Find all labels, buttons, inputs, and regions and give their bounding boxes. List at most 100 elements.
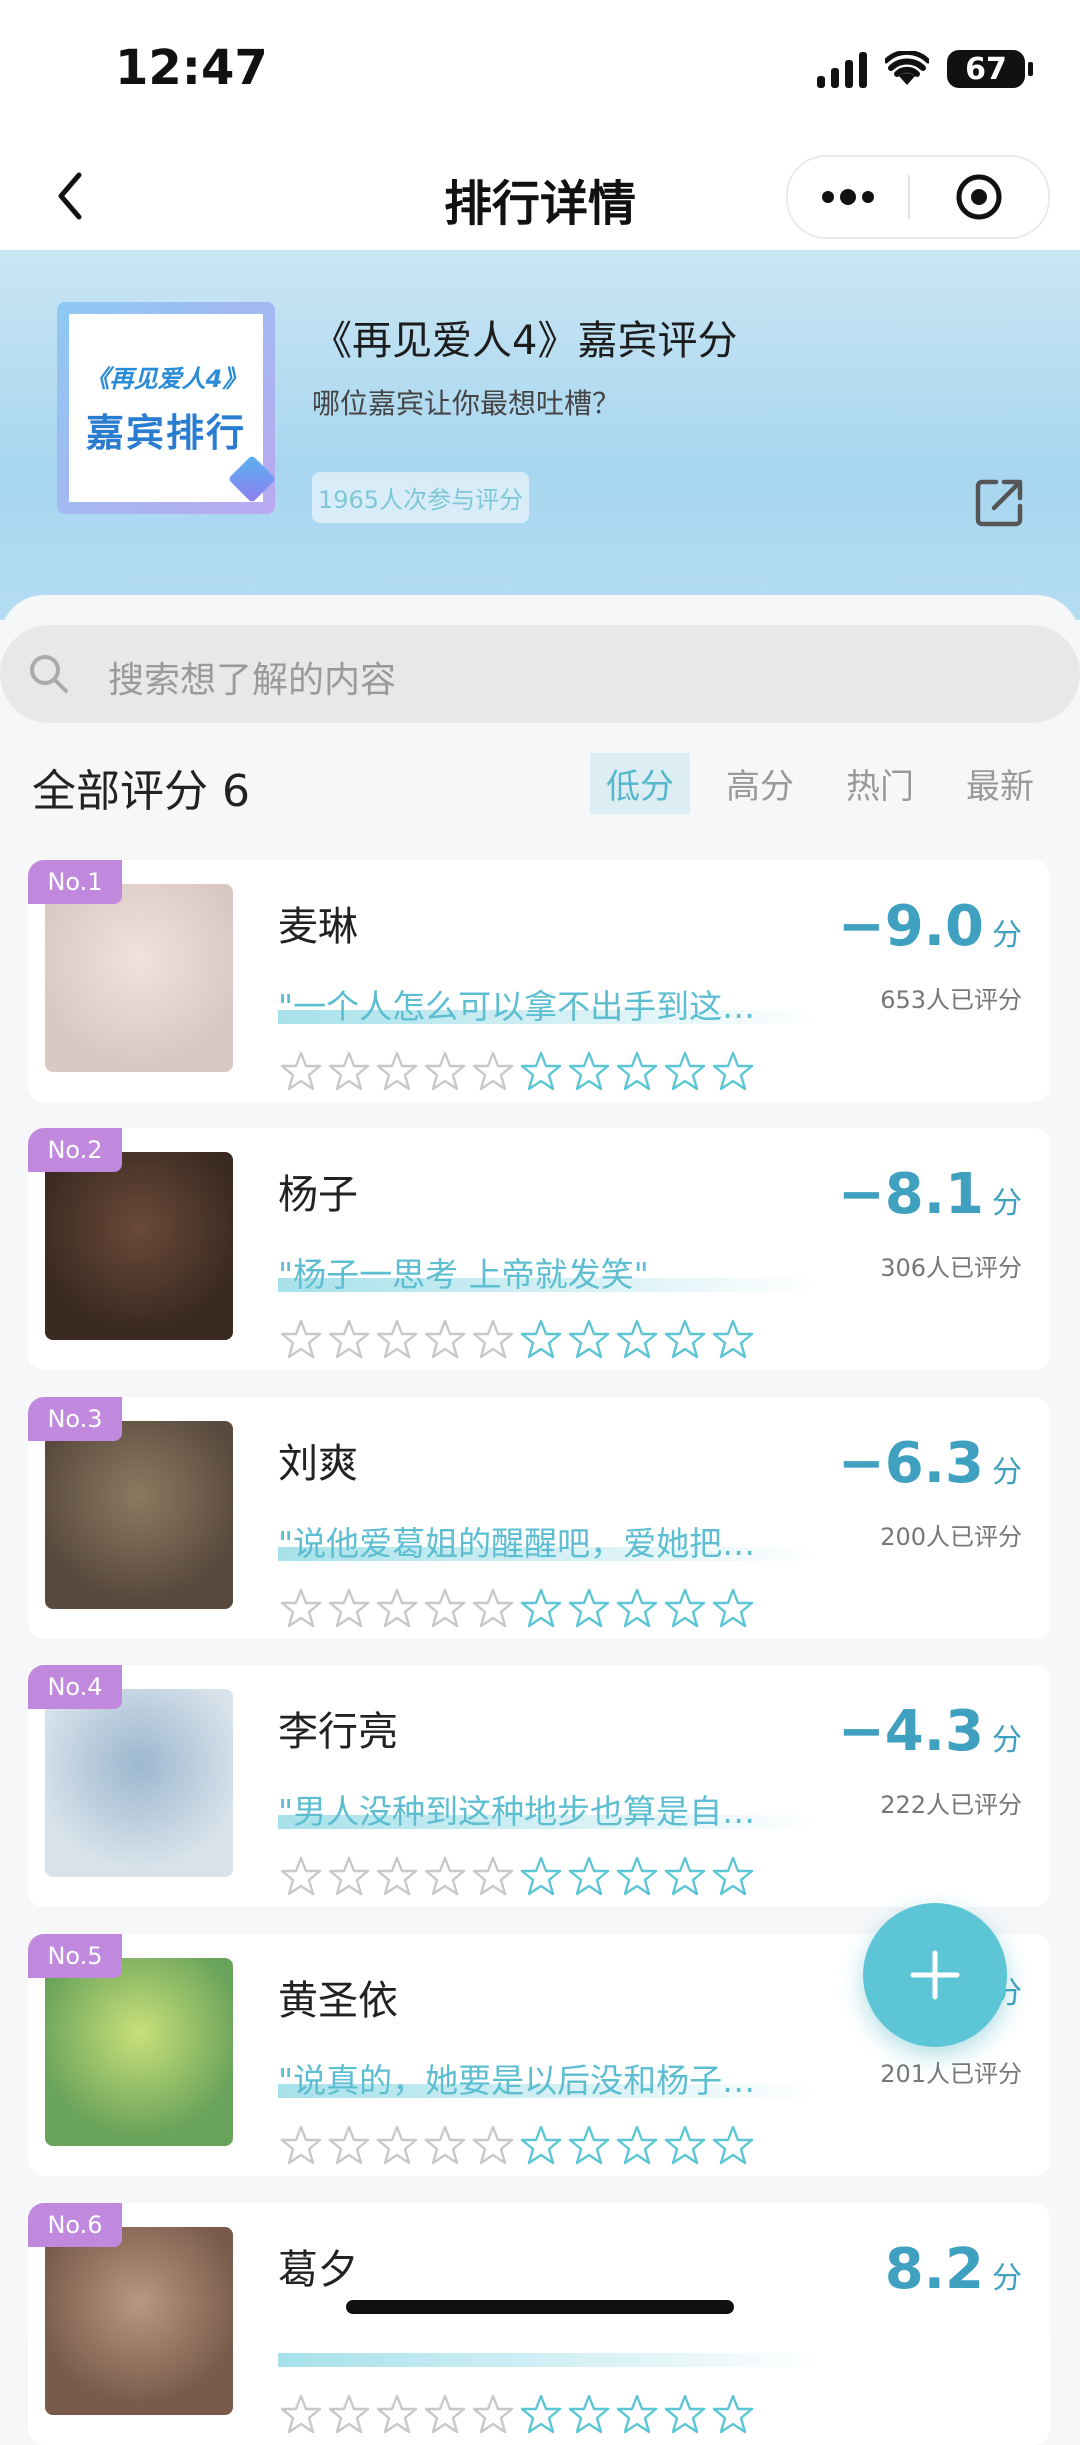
star-icon[interactable]	[280, 1855, 322, 1897]
star-icon[interactable]	[376, 1587, 418, 1629]
score-unit: 分	[992, 918, 1022, 953]
add-rating-button[interactable]	[863, 1903, 1007, 2047]
close-miniapp-button[interactable]	[910, 172, 1048, 222]
participants-badge: 1965人次参与评分	[312, 472, 530, 523]
rank-badge: No.1	[28, 860, 122, 904]
rating-stars[interactable]	[280, 1050, 754, 1092]
ranking-card[interactable]: No.2 杨子 "杨子一思考 上帝就发笑" −8.1 分 306人已评分	[28, 1128, 1050, 1370]
star-icon[interactable]	[376, 1318, 418, 1360]
tab-low-score[interactable]: 低分	[590, 753, 690, 814]
star-icon[interactable]	[568, 2393, 610, 2435]
star-icon[interactable]	[568, 1587, 610, 1629]
star-icon[interactable]	[568, 1855, 610, 1897]
search-placeholder: 搜索想了解的内容	[108, 660, 397, 701]
all-ratings-label: 全部评分 6	[32, 766, 250, 817]
star-icon[interactable]	[424, 1318, 466, 1360]
star-icon[interactable]	[664, 1318, 706, 1360]
star-icon[interactable]	[472, 2393, 514, 2435]
guest-photo	[45, 1958, 233, 2146]
star-icon[interactable]	[664, 1050, 706, 1092]
star-icon[interactable]	[520, 1318, 562, 1360]
star-icon[interactable]	[376, 2393, 418, 2435]
star-icon[interactable]	[616, 1318, 658, 1360]
star-icon[interactable]	[520, 1050, 562, 1092]
rating-stars[interactable]	[280, 2393, 754, 2435]
star-icon[interactable]	[376, 2124, 418, 2166]
star-icon[interactable]	[328, 1050, 370, 1092]
top-comment[interactable]: "说他爱葛姐的醒醒吧，爱她把…	[278, 1517, 818, 1569]
search-bar[interactable]: 搜索想了解的内容	[0, 625, 1080, 723]
tab-hot[interactable]: 热门	[830, 753, 930, 814]
star-icon[interactable]	[664, 1855, 706, 1897]
ranking-card[interactable]: No.4 李行亮 "男人没种到这种地步也算是自… −4.3 分 222人已评分	[28, 1665, 1050, 1907]
star-icon[interactable]	[520, 1855, 562, 1897]
star-icon[interactable]	[280, 2124, 322, 2166]
star-icon[interactable]	[472, 1318, 514, 1360]
star-icon[interactable]	[424, 1050, 466, 1092]
tab-latest[interactable]: 最新	[950, 753, 1050, 814]
star-icon[interactable]	[328, 2124, 370, 2166]
star-icon[interactable]	[712, 2124, 754, 2166]
guest-score: −4.3 分	[838, 1699, 1022, 1764]
rating-stars[interactable]	[280, 1318, 754, 1360]
star-icon[interactable]	[664, 2393, 706, 2435]
star-icon[interactable]	[472, 1587, 514, 1629]
star-icon[interactable]	[424, 2124, 466, 2166]
star-icon[interactable]	[328, 2393, 370, 2435]
star-icon[interactable]	[280, 1587, 322, 1629]
share-icon	[975, 479, 1023, 527]
top-comment[interactable]: "一个人怎么可以拿不出手到这…	[278, 980, 818, 1032]
top-comment[interactable]: "男人没种到这种地步也算是自…	[278, 1785, 818, 1837]
star-icon[interactable]	[328, 1587, 370, 1629]
star-icon[interactable]	[712, 1587, 754, 1629]
tab-high-score[interactable]: 高分	[710, 753, 810, 814]
star-icon[interactable]	[520, 1587, 562, 1629]
star-icon[interactable]	[280, 1318, 322, 1360]
more-button[interactable]	[788, 189, 908, 205]
star-icon[interactable]	[616, 2124, 658, 2166]
star-icon[interactable]	[664, 2124, 706, 2166]
star-icon[interactable]	[712, 1855, 754, 1897]
star-icon[interactable]	[712, 1318, 754, 1360]
star-icon[interactable]	[520, 2124, 562, 2166]
star-icon[interactable]	[616, 1587, 658, 1629]
star-icon[interactable]	[424, 2393, 466, 2435]
ranking-card[interactable]: No.3 刘爽 "说他爱葛姐的醒醒吧，爱她把… −6.3 分 200人已评分	[28, 1397, 1050, 1639]
star-icon[interactable]	[376, 1855, 418, 1897]
ranking-card[interactable]: No.1 麦琳 "一个人怎么可以拿不出手到这… −9.0 分 653人已评分	[28, 860, 1050, 1102]
star-icon[interactable]	[328, 1855, 370, 1897]
star-icon[interactable]	[616, 1050, 658, 1092]
sort-tabs: 低分 高分 热门 最新	[590, 753, 1050, 814]
top-comment[interactable]	[278, 2323, 818, 2375]
star-icon[interactable]	[376, 1050, 418, 1092]
top-comment[interactable]: "杨子一思考 上帝就发笑"	[278, 1248, 818, 1300]
star-icon[interactable]	[424, 1855, 466, 1897]
star-icon[interactable]	[280, 1050, 322, 1092]
score-value: −4.3	[837, 1699, 984, 1764]
rating-stars[interactable]	[280, 1587, 754, 1629]
star-icon[interactable]	[568, 1050, 610, 1092]
star-icon[interactable]	[328, 1318, 370, 1360]
star-icon[interactable]	[568, 2124, 610, 2166]
star-icon[interactable]	[664, 1587, 706, 1629]
star-icon[interactable]	[712, 2393, 754, 2435]
rating-stars[interactable]	[280, 1855, 754, 1897]
guest-score: −8.1 分	[838, 1162, 1022, 1227]
top-comment[interactable]: "说真的，她要是以后没和杨子…	[278, 2054, 818, 2106]
star-icon[interactable]	[616, 2393, 658, 2435]
ranking-subtitle: 哪位嘉宾让你最想吐槽？	[312, 387, 621, 420]
star-icon[interactable]	[616, 1855, 658, 1897]
share-button[interactable]	[970, 472, 1030, 532]
star-icon[interactable]	[472, 2124, 514, 2166]
star-icon[interactable]	[568, 1318, 610, 1360]
rank-badge: No.5	[28, 1934, 122, 1978]
rating-stars[interactable]	[280, 2124, 754, 2166]
ranking-card[interactable]: No.6 葛夕 8.2 分	[28, 2203, 1050, 2445]
star-icon[interactable]	[424, 1587, 466, 1629]
score-unit: 分	[992, 1455, 1022, 1490]
star-icon[interactable]	[280, 2393, 322, 2435]
star-icon[interactable]	[472, 1050, 514, 1092]
star-icon[interactable]	[712, 1050, 754, 1092]
star-icon[interactable]	[520, 2393, 562, 2435]
star-icon[interactable]	[472, 1855, 514, 1897]
